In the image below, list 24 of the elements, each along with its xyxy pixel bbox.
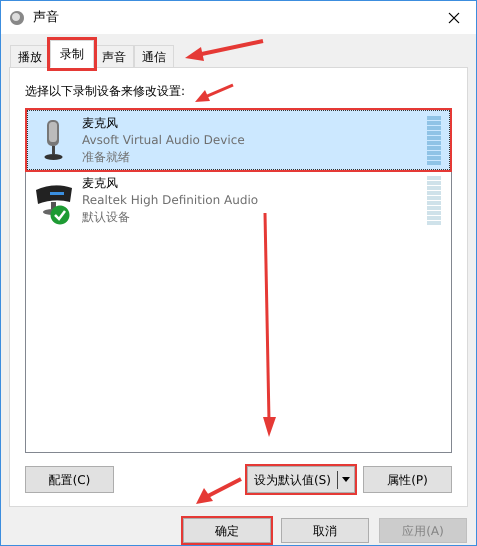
level-meter [427,176,441,224]
speaker-icon [9,10,25,26]
window-title: 声音 [33,8,59,27]
level-meter [427,116,441,164]
annotation-arrow [196,477,242,504]
device-row[interactable]: 麦克风 Realtek High Definition Audio 默认设备 [27,170,450,230]
tab[interactable]: 通信 [134,45,174,68]
split-button[interactable]: 设为默认值(S) [247,466,355,493]
dialog-button[interactable]: 取消 [281,518,369,543]
annotation-arrow [195,84,234,102]
device-name: 麦克风 [82,174,119,192]
device-driver: Realtek High Definition Audio [82,192,260,208]
device-status: 准备就绪 [82,148,131,166]
tab[interactable]: 录制 [50,40,94,68]
close-icon[interactable] [448,12,460,24]
device-row[interactable]: 麦克风 Avsoft Virtual Audio Device 准备就绪 [27,110,450,170]
panel-button[interactable]: 配置(C) [25,466,114,493]
dialog-button[interactable]: 确定 [183,518,271,543]
panel-button[interactable]: 属性(P) [363,466,452,493]
instruction-text: 选择以下录制设备来修改设置: [25,83,186,100]
device-status: 默认设备 [82,208,131,226]
dropdown-arrow-icon[interactable] [342,477,350,482]
device-name: 麦克风 [82,114,119,132]
device-driver: Avsoft Virtual Audio Device [82,132,246,148]
